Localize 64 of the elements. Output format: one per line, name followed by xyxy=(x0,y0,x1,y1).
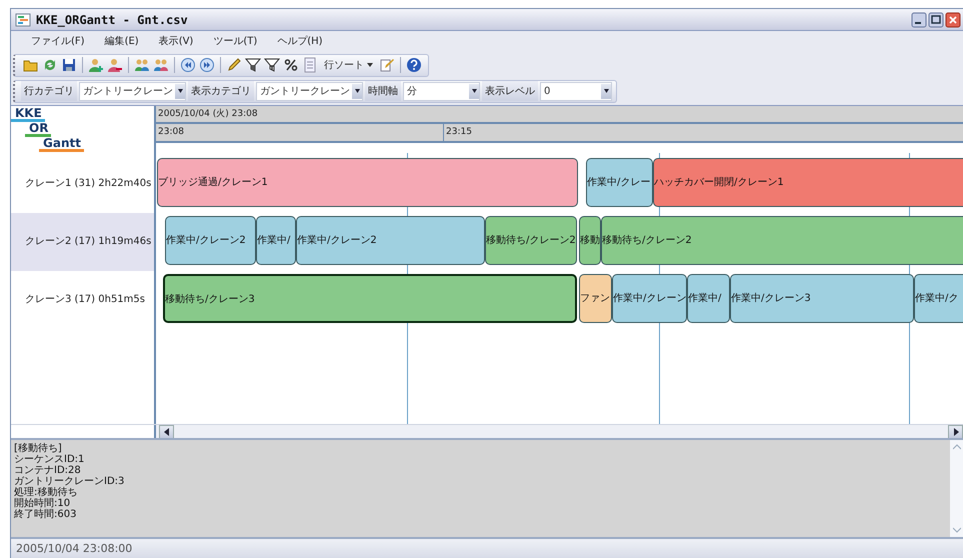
task-bar[interactable]: 作業中/クレーン3 xyxy=(730,274,914,323)
info-line: 開始時間:10 xyxy=(14,498,70,509)
task-bar[interactable]: 作業中/クレーン2 xyxy=(296,216,485,265)
time-tick: 23:08 xyxy=(156,124,444,141)
combo-box[interactable]: 分 xyxy=(403,82,480,101)
help-icon[interactable] xyxy=(406,57,422,74)
task-bar[interactable]: 移動待ち/クレーン3 xyxy=(163,274,577,323)
combo-box[interactable]: 0 xyxy=(540,82,612,101)
row-label[interactable]: クレーン1 (31) 2h22m40s xyxy=(11,154,154,213)
status-text: 2005/10/04 23:08:00 xyxy=(16,542,132,555)
timeline-date: 2005/10/04 (火) 23:08 xyxy=(156,106,963,124)
menu-item[interactable]: ファイル(F) xyxy=(29,32,87,50)
window-title: KKE_ORGantt - Gnt.csv xyxy=(36,12,189,27)
save-icon[interactable] xyxy=(61,57,77,74)
caret-icon xyxy=(367,63,373,68)
info-line: ガントリークレーンID:3 xyxy=(14,476,124,487)
row-label[interactable]: クレーン2 (17) 1h19m46s xyxy=(11,212,154,271)
fast-forward-icon[interactable] xyxy=(199,57,215,74)
menu-item[interactable]: ヘルプ(H) xyxy=(275,32,325,50)
filter-icon[interactable] xyxy=(264,57,280,74)
pencil-icon[interactable] xyxy=(226,57,242,74)
filter-icon[interactable] xyxy=(245,57,261,74)
menu-item[interactable]: ツール(T) xyxy=(211,32,260,50)
users-remove-icon[interactable] xyxy=(153,57,169,74)
info-line: シーケンスID:1 xyxy=(14,454,84,465)
task-bar[interactable]: ハッチカバー開閉/クレーン1 xyxy=(653,158,963,207)
close-icon[interactable] xyxy=(945,12,961,28)
info-line: コンテナID:28 xyxy=(14,464,81,476)
combo-label: 表示レベル xyxy=(482,81,538,102)
sort-dropdown[interactable]: 行ソート xyxy=(321,56,376,74)
task-bar[interactable]: 作業中/クレー xyxy=(586,158,653,207)
task-bar[interactable]: ファン xyxy=(579,274,612,323)
time-tick: 23:15 xyxy=(445,126,473,139)
scroll-left-icon[interactable] xyxy=(159,424,174,440)
info-line: 終了時間:603 xyxy=(14,508,76,520)
combo-label: 表示カテゴリ xyxy=(188,81,254,102)
task-bar[interactable]: 作業中/ xyxy=(256,216,296,265)
app-icon xyxy=(15,12,31,28)
scroll-right-icon[interactable] xyxy=(948,424,963,440)
menu-item[interactable]: 編集(E) xyxy=(102,32,141,50)
task-bar[interactable]: 移動 xyxy=(579,216,601,265)
combo-box[interactable]: ガントリークレーン xyxy=(256,82,363,101)
row-label[interactable]: クレーン3 (17) 0h51m5s xyxy=(11,270,154,329)
task-bar[interactable]: 作業中/クレーン xyxy=(612,274,687,323)
task-bar[interactable]: 作業中/ xyxy=(687,274,730,323)
task-bar[interactable]: 移動待ち/クレーン2 xyxy=(485,216,577,265)
task-bar[interactable]: 作業中/クレーン2 xyxy=(165,216,256,265)
combo-label: 時間軸 xyxy=(365,81,401,102)
task-bar[interactable]: 作業中/ク xyxy=(914,274,963,323)
info-line: [移動待ち] xyxy=(14,442,62,454)
task-bar[interactable]: ブリッジ通過/クレーン1 xyxy=(157,158,578,207)
combo-box[interactable]: ガントリークレーン xyxy=(79,82,186,101)
minimize-icon[interactable] xyxy=(911,12,927,28)
maximize-icon[interactable] xyxy=(928,12,944,28)
combo-label: 行カテゴリ xyxy=(21,81,77,102)
edit-icon[interactable] xyxy=(379,57,395,74)
percent-icon[interactable] xyxy=(283,57,299,74)
rewind-icon[interactable] xyxy=(180,57,196,74)
users-add-icon[interactable] xyxy=(134,57,150,74)
user-add-icon[interactable] xyxy=(88,57,104,74)
info-line: 処理:移動待ち xyxy=(14,486,78,498)
user-remove-icon[interactable] xyxy=(107,57,123,74)
task-bar[interactable]: 移動待ち/クレーン2 xyxy=(601,216,963,265)
menu-item[interactable]: 表示(V) xyxy=(156,32,196,50)
